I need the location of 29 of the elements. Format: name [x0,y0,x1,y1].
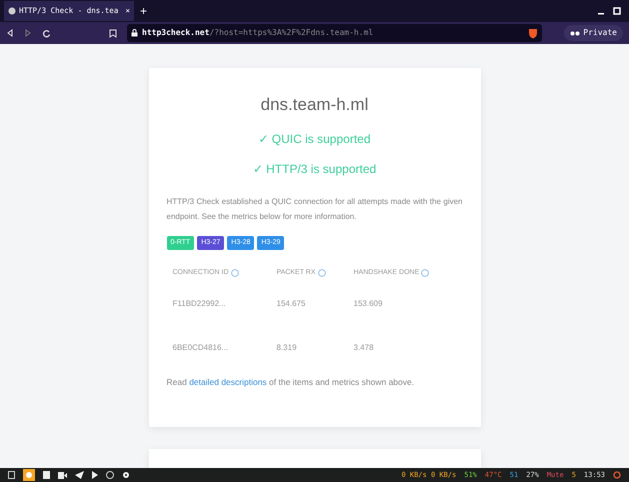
send-icon[interactable] [75,471,84,479]
table-cell: F11BD22992... [172,298,226,310]
table-cell: 3.478 [354,342,374,354]
table-cell: 153.609 [354,298,382,310]
host-title: dns.team-h.ml [260,94,370,116]
shield-icon[interactable] [528,28,538,38]
back-icon[interactable] [6,29,14,37]
power-icon[interactable] [613,471,621,479]
reload-icon[interactable] [42,28,51,38]
descriptions-link[interactable]: detailed descriptions [189,377,267,387]
mask-icon [570,30,580,36]
settings-icon[interactable] [122,471,130,479]
camera-icon[interactable] [58,472,67,478]
footer-text: Read detailed descriptions of the items and metrics shown above. [166,376,416,389]
new-tab-button[interactable]: + [140,2,148,20]
play-icon[interactable] [92,471,98,479]
private-badge[interactable]: Private [564,25,623,41]
support-status: ✓ QUIC is supported [258,130,371,148]
table-cell: 8.319 [276,342,297,354]
bookmark-icon[interactable] [109,28,117,38]
file-icon[interactable] [8,471,15,479]
table-cell: 154.675 [276,298,306,310]
forward-icon[interactable] [24,29,32,37]
lock-icon [131,29,138,37]
table-cell: 6BE0CD4816... [172,342,228,354]
description-text: HTTP/3 Check established a QUIC connection for all attempts made with the given endpoint. See the metrics below for more information. [166,196,462,223]
maximize-icon[interactable] [613,7,621,15]
support-status: ✓ HTTP/3 is supported [252,160,376,178]
address-bar[interactable]: http3check.net/?host=https%3A%2F%2Fdns.team-h.ml [127,24,542,42]
